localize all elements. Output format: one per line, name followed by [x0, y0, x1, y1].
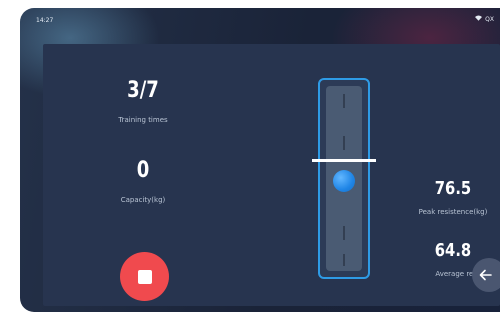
slider-dash	[343, 226, 345, 240]
slider-dash	[343, 254, 345, 266]
peak-resistance-value: 76.5	[434, 178, 472, 199]
slider-dash	[343, 94, 345, 108]
status-icons: QX	[475, 15, 494, 23]
resistance-slider-handle-line[interactable]	[312, 159, 376, 162]
capacity-label: Capacity(kg)	[120, 196, 166, 204]
slider-dash	[343, 136, 345, 150]
training-times-value: 3/7	[127, 78, 159, 103]
stop-button[interactable]	[120, 252, 169, 301]
training-times-label: Training times	[118, 116, 168, 124]
capacity-value: 0	[136, 158, 150, 183]
resistance-slider-knob[interactable]	[333, 170, 355, 192]
wifi-icon	[475, 15, 483, 23]
battery-text: QX	[485, 15, 494, 23]
status-time: 14:27	[36, 17, 54, 24]
stop-square-icon	[137, 269, 152, 284]
training-panel: 3/7 Training times 0 Capacity(kg) 76.5 P…	[43, 44, 500, 306]
arrow-left-icon	[479, 268, 493, 285]
back-button[interactable]	[472, 258, 500, 292]
peak-resistance-label: Peak resistence(kg)	[418, 208, 488, 216]
average-resistance-value: 64.8	[434, 240, 472, 261]
app-frame: 14:27 QX 3/7 Training times 0 Capacity(k…	[20, 8, 500, 312]
